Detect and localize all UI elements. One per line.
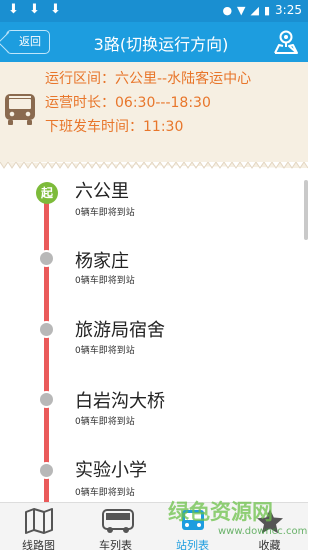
tab-label: 车列表 (99, 539, 132, 550)
stop-name: 白岩沟大桥 (75, 391, 165, 412)
back-button[interactable]: 返回 (6, 30, 50, 54)
stop-name: 旅游局宿舍 (75, 320, 165, 341)
stop-name: 六公里 (75, 181, 129, 202)
tab-bus-list[interactable]: 车列表 (77, 503, 154, 550)
back-label: 返回 (19, 35, 41, 48)
stop-dot (38, 391, 55, 408)
stop-list[interactable]: 起 六公里 0辆车即将到站 杨家庄 0辆车即将到站 旅游局宿舍 0辆车即将到站 … (0, 172, 308, 502)
location-icon: ● (222, 3, 233, 17)
battery-icon: ▮ (263, 3, 271, 17)
scrollbar[interactable] (304, 180, 308, 240)
download-notification-icons: ⬇ ⬇ ⬇ (8, 2, 64, 17)
wifi-icon: ▼ (237, 3, 246, 17)
map-location-icon[interactable] (272, 28, 300, 56)
watermark: 绿色资源网 www.downcc.com (168, 496, 308, 550)
stop-arrival-info: 0辆车即将到站 (75, 208, 135, 218)
clock: 3:25 (275, 3, 302, 17)
stop-item[interactable]: 实验小学 0辆车即将到站 (0, 452, 300, 502)
status-bar: ⬇ ⬇ ⬇ ● ▼ ◢ ▮ 3:25 (0, 0, 308, 22)
watermark-text: 绿色资源网 (168, 500, 273, 524)
stop-name: 实验小学 (75, 460, 147, 481)
stop-arrival-info: 0辆车即将到站 (75, 346, 135, 356)
tab-label: 线路图 (22, 539, 55, 550)
stop-arrival-info: 0辆车即将到站 (75, 276, 135, 286)
panel-zigzag-edge (0, 162, 308, 169)
start-marker: 起 (36, 182, 58, 204)
stop-arrival-info: 0辆车即将到站 (75, 417, 135, 427)
last-departure: 下班发车时间：11:30 (45, 119, 184, 135)
bus-icon (5, 94, 35, 125)
bus-icon (102, 509, 134, 533)
stop-arrival-info: 0辆车即将到站 (75, 488, 135, 498)
watermark-url: www.downcc.com (218, 526, 308, 537)
operating-hours: 运营时长：06:30---18:30 (45, 95, 211, 111)
tab-route-map[interactable]: 线路图 (0, 503, 77, 550)
page-title[interactable]: 3路(切换运行方向) (60, 31, 262, 55)
map-book-icon (25, 508, 53, 534)
title-bar: 返回 3路(切换运行方向) (0, 22, 308, 62)
stop-item[interactable]: 起 六公里 0辆车即将到站 (0, 172, 300, 232)
route-range: 运行区间：六公里--水陆客运中心 (45, 71, 252, 87)
stop-item[interactable]: 杨家庄 0辆车即将到站 (0, 240, 300, 300)
signal-icon: ◢ (250, 3, 259, 17)
route-info-panel: 运行区间：六公里--水陆客运中心 运营时长：06:30---18:30 下班发车… (0, 62, 308, 162)
stop-dot (38, 250, 55, 267)
stop-dot (38, 462, 55, 479)
stop-dot (38, 321, 55, 338)
stop-item[interactable]: 白岩沟大桥 0辆车即将到站 (0, 382, 300, 442)
stop-name: 杨家庄 (75, 251, 129, 272)
stop-item[interactable]: 旅游局宿舍 0辆车即将到站 (0, 312, 300, 372)
